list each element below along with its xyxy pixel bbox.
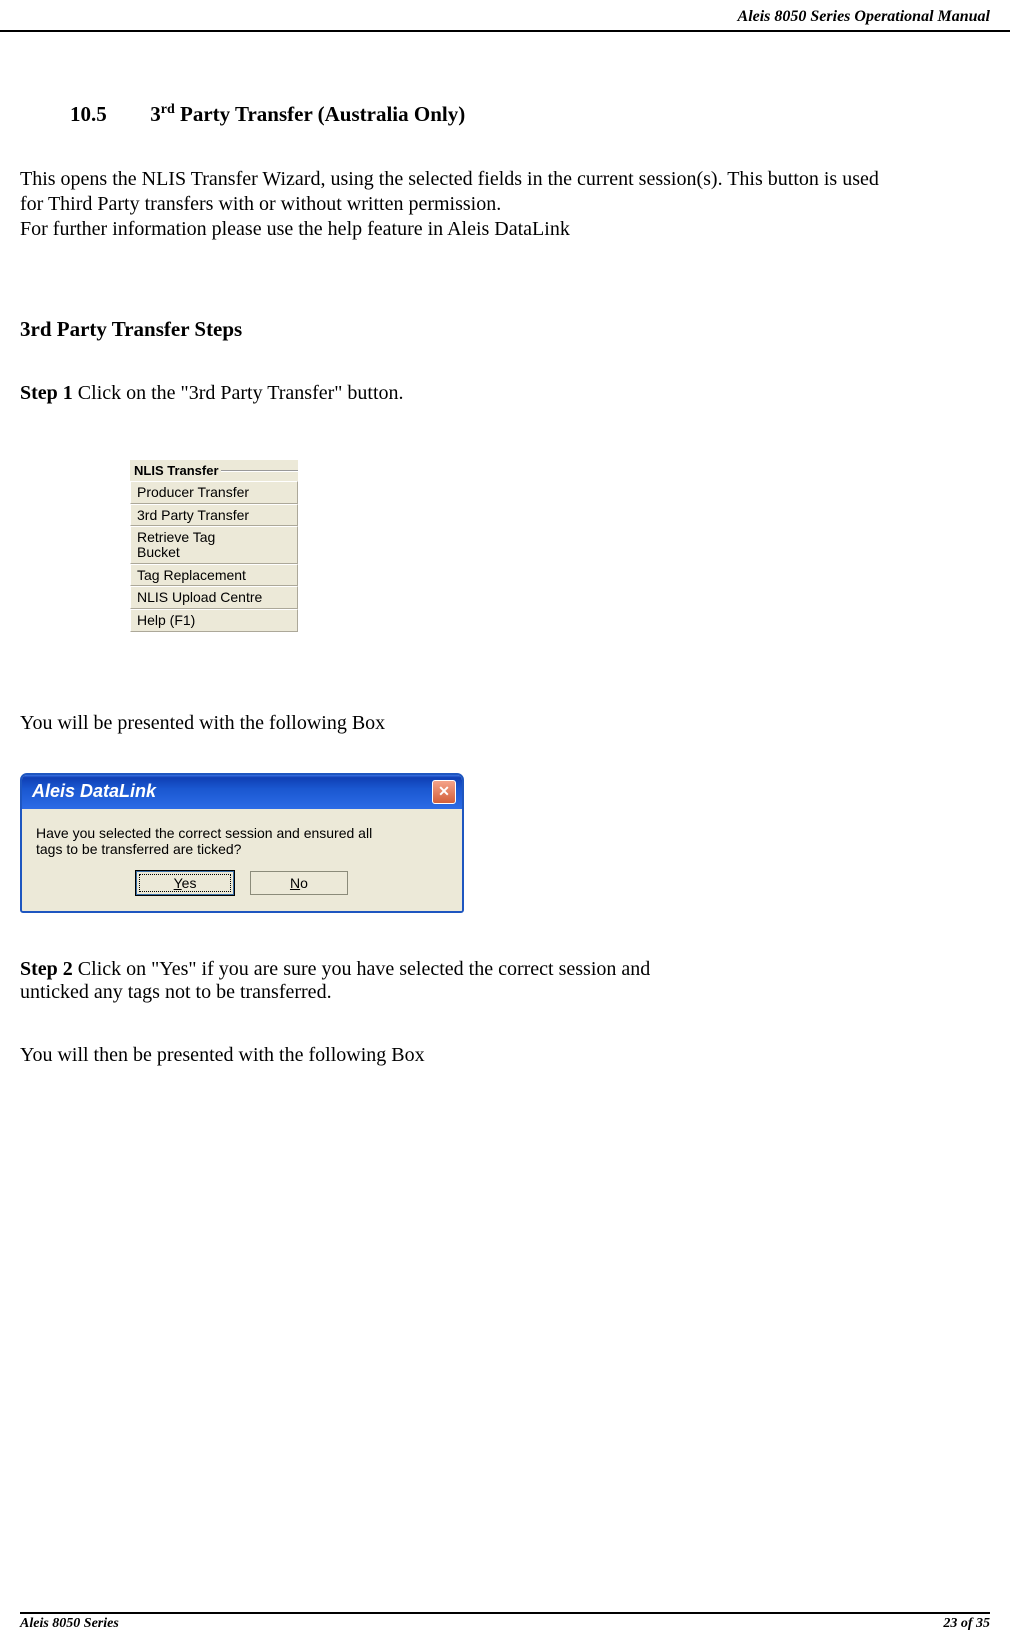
section-heading: 10.5 3rd Party Transfer (Australia Only) <box>20 102 990 127</box>
yes-button[interactable]: Yes <box>136 871 234 895</box>
step-1-label: Step 1 <box>20 382 73 404</box>
step-2-text-1: Click on "Yes" if you are sure you have … <box>73 958 650 980</box>
after-toolbar-text: You will be presented with the following… <box>20 712 990 735</box>
toolbar-title-row: NLIS Transfer <box>130 460 298 481</box>
manual-title: Aleis 8050 Series Operational Manual <box>738 8 990 25</box>
dialog-title-text: Aleis DataLink <box>32 781 156 802</box>
toolbar-item-retrieve-label: Retrieve TagBucket <box>137 529 215 560</box>
steps-heading: 3rd Party Transfer Steps <box>20 317 990 342</box>
step-2: Step 2 Click on "Yes" if you are sure yo… <box>20 958 990 1004</box>
intro-line-2: for Third Party transfers with or withou… <box>20 193 501 215</box>
toolbar-item-3rd-party-transfer[interactable]: 3rd Party Transfer <box>130 504 298 527</box>
toolbar-item-retrieve-tag-bucket[interactable]: Retrieve TagBucket <box>130 526 298 563</box>
page-footer: Aleis 8050 Series 23 of 35 <box>20 1612 990 1632</box>
toolbar-item-tag-replacement[interactable]: Tag Replacement <box>130 564 298 587</box>
step-2-label: Step 2 <box>20 958 73 980</box>
toolbar-item-producer-transfer[interactable]: Producer Transfer <box>130 481 298 504</box>
dialog-message-line-1: Have you selected the correct session an… <box>36 825 448 841</box>
dialog-titlebar: Aleis DataLink ✕ <box>22 775 462 809</box>
section-title-rest: Party Transfer (Australia Only) <box>175 102 465 126</box>
section-number: 10.5 <box>70 102 145 127</box>
dialog-message-line-2: tags to be transferred are ticked? <box>36 841 448 857</box>
step-1-text: Click on the "3rd Party Transfer" button… <box>73 382 404 404</box>
toolbar-item-help[interactable]: Help (F1) <box>130 609 298 632</box>
after-step2-text: You will then be presented with the foll… <box>20 1044 990 1067</box>
dialog-body: Have you selected the correct session an… <box>22 809 462 911</box>
section-title-sup: rd <box>161 102 175 117</box>
no-button[interactable]: No <box>250 871 348 895</box>
footer-left: Aleis 8050 Series <box>20 1616 119 1632</box>
section-title-prefix: 3 <box>150 102 161 126</box>
step-1: Step 1 Click on the "3rd Party Transfer"… <box>20 382 990 405</box>
toolbar-item-nlis-upload-centre[interactable]: NLIS Upload Centre <box>130 586 298 609</box>
confirm-dialog: Aleis DataLink ✕ Have you selected the c… <box>20 773 464 913</box>
intro-paragraph: This opens the NLIS Transfer Wizard, usi… <box>20 167 990 242</box>
nlis-transfer-toolbar: NLIS Transfer Producer Transfer 3rd Part… <box>130 460 298 632</box>
close-icon[interactable]: ✕ <box>432 780 456 804</box>
dialog-buttons: Yes No <box>36 857 448 895</box>
intro-line-1: This opens the NLIS Transfer Wizard, usi… <box>20 168 879 190</box>
toolbar-title-line <box>221 470 298 471</box>
step-2-text-2: unticked any tags not to be transferred. <box>20 981 332 1003</box>
intro-line-3: For further information please use the h… <box>20 218 570 240</box>
footer-right: 23 of 35 <box>943 1616 990 1632</box>
page-header: Aleis 8050 Series Operational Manual <box>0 0 1010 32</box>
toolbar-title: NLIS Transfer <box>134 463 219 478</box>
